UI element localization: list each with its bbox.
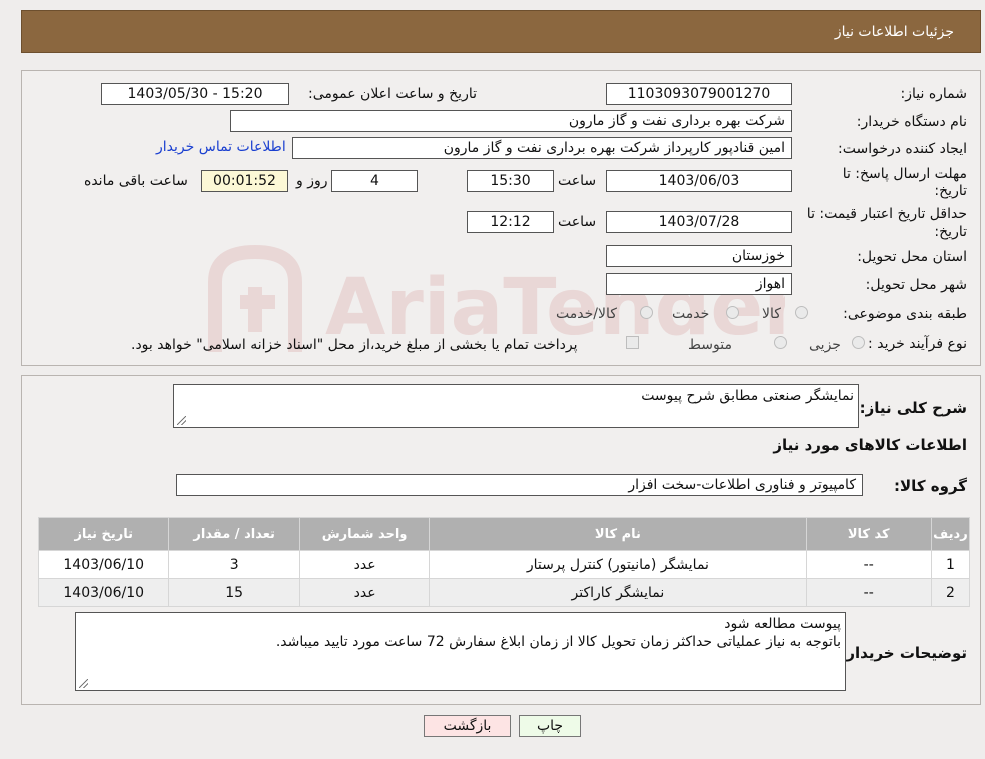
buyer-notes-label: توضیحات خریدار: [840,644,967,662]
price-validity-label-date: تاریخ: [934,224,967,240]
goods-info-title: اطلاعات کالاهای مورد نیاز [773,436,967,454]
price-validity-time-field[interactable]: 12:12 [467,211,554,233]
goods-table: ردیف کد کالا نام کالا واحد شمارش تعداد /… [38,517,970,607]
goods-group-label: گروه کالا: [894,477,967,495]
page-title: جزئیات اطلاعات نیاز [834,24,954,40]
cell-name: نمایشگر کاراکتر [430,579,806,606]
purchase-radio-minor[interactable] [852,336,865,349]
purchase-medium-label: متوسط [688,337,732,353]
cell-unit: عدد [299,579,430,606]
category-goods-service-label: کالا/خدمت [556,306,617,322]
creator-label: ایجاد کننده درخواست: [838,141,967,157]
col-qty-header: تعداد / مقدار [169,518,299,550]
summary-label: شرح کلی نیاز: [859,399,967,417]
buyer-contact-link[interactable]: اطلاعات تماس خریدار [156,139,286,155]
cell-name: نمایشگر (مانیتور) کنترل پرستار [430,551,806,578]
need-number-field[interactable]: 1103093079001270 [606,83,792,105]
category-radio-goods[interactable] [795,306,808,319]
time-remaining-label: ساعت باقی مانده [84,173,188,189]
treasury-bond-checkbox[interactable] [626,336,639,349]
cell-row: 2 [931,579,969,606]
cell-code: -- [806,579,931,606]
buyer-notes-line-1: پیوست مطالعه شود [724,616,841,632]
purchase-minor-label: جزیی [809,337,841,353]
table-row: 2 -- نمایشگر کاراکتر عدد 15 1403/06/10 [39,579,969,606]
cell-qty: 15 [169,579,299,606]
buyer-notes-textarea[interactable]: پیوست مطالعه شود باتوجه به نیاز عملیاتی … [75,612,846,691]
print-button[interactable]: چاپ [519,715,581,737]
summary-textarea[interactable]: نمایشگر صنعتی مطابق شرح پیوست [173,384,859,428]
deadline-time-label: ساعت [558,173,597,189]
deadline-label: مهلت ارسال پاسخ: تا [842,166,967,182]
city-label: شهر محل تحویل: [865,277,967,293]
creator-field[interactable]: امین قنادپور کارپرداز شرکت بهره برداری ن… [292,137,792,159]
category-radio-goods-service[interactable] [640,306,653,319]
cell-qty: 3 [169,551,299,578]
back-button[interactable]: بازگشت [424,715,511,737]
days-remaining-field[interactable]: 4 [331,170,418,192]
resize-grip-icon[interactable] [177,416,186,425]
col-unit-header: واحد شمارش [299,518,430,550]
purchase-type-label: نوع فرآیند خرید : [868,336,967,352]
cell-date: 1403/06/10 [39,579,169,606]
buyer-org-field[interactable]: شرکت بهره برداری نفت و گاز مارون [230,110,792,132]
resize-grip-icon[interactable] [79,679,88,688]
table-row: 1 -- نمایشگر (مانیتور) کنترل پرستار عدد … [39,551,969,578]
city-field[interactable]: اهواز [606,273,792,295]
cell-code: -- [806,551,931,578]
deadline-label-date: تاریخ: [934,183,967,199]
need-number-label: شماره نیاز: [900,86,968,102]
goods-group-field[interactable]: کامپیوتر و فناوری اطلاعات-سخت افزار [176,474,863,496]
purchase-radio-medium[interactable] [774,336,787,349]
announce-date-field[interactable]: 1403/05/30 - 15:20 [101,83,289,105]
cell-row: 1 [931,551,969,578]
summary-text: نمایشگر صنعتی مطابق شرح پیوست [641,388,854,404]
col-row-header: ردیف [931,518,969,550]
time-remaining-field[interactable]: 00:01:52 [201,170,288,192]
cell-unit: عدد [299,551,430,578]
announce-date-label: تاریخ و ساعت اعلان عمومی: [308,86,477,102]
treasury-payment-note: پرداخت تمام یا بخشی از مبلغ خرید،از محل … [131,337,578,353]
days-label: روز و [296,173,328,189]
province-label: استان محل تحویل: [857,249,967,265]
price-validity-label: حداقل تاریخ اعتبار قیمت: تا [806,206,967,222]
category-service-label: خدمت [672,306,710,322]
deadline-date-field[interactable]: 1403/06/03 [606,170,792,192]
buyer-org-label: نام دستگاه خریدار: [856,114,967,130]
buyer-notes-line-2: باتوجه به نیاز عملیاتی حداکثر زمان تحویل… [275,634,841,650]
category-label: طبقه بندی موضوعی: [843,306,967,322]
cell-date: 1403/06/10 [39,551,169,578]
province-field[interactable]: خوزستان [606,245,792,267]
col-date-header: تاریخ نیاز [39,518,169,550]
page-header: جزئیات اطلاعات نیاز [21,10,981,53]
category-goods-label: کالا [762,306,781,322]
col-name-header: نام کالا [430,518,806,550]
price-validity-time-label: ساعت [558,214,597,230]
category-radio-service[interactable] [726,306,739,319]
price-validity-date-field[interactable]: 1403/07/28 [606,211,792,233]
col-code-header: کد کالا [806,518,931,550]
deadline-time-field[interactable]: 15:30 [467,170,554,192]
table-header-row: ردیف کد کالا نام کالا واحد شمارش تعداد /… [39,518,969,550]
